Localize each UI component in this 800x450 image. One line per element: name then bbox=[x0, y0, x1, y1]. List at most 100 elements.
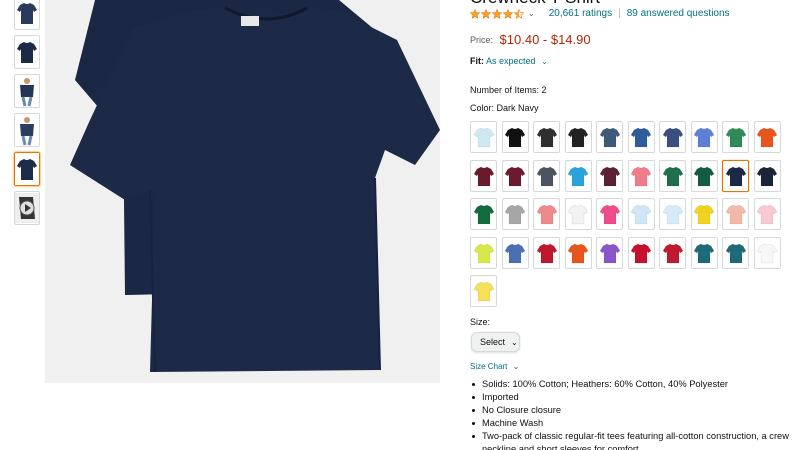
color-swatch[interactable] bbox=[564, 159, 592, 192]
size-select-value: Select bbox=[480, 337, 506, 347]
thumbnail-model-full-thumb[interactable] bbox=[14, 113, 40, 147]
color-swatch[interactable] bbox=[533, 159, 560, 192]
tshirt-icon bbox=[473, 243, 494, 263]
color-swatch[interactable] bbox=[690, 121, 718, 153]
tshirt-icon bbox=[536, 166, 557, 186]
tshirt-icon bbox=[725, 127, 746, 148]
color-swatch[interactable] bbox=[627, 121, 655, 153]
color-swatch[interactable] bbox=[722, 236, 749, 269]
tshirt-icon bbox=[756, 166, 778, 186]
tshirt-icon bbox=[567, 166, 589, 186]
star-rating[interactable] bbox=[470, 8, 524, 19]
feature-bullet: No Closure closure bbox=[470, 404, 790, 417]
separator: | bbox=[618, 8, 621, 19]
tshirt-icon bbox=[630, 127, 652, 148]
color-swatch[interactable] bbox=[596, 236, 623, 269]
color-swatch[interactable] bbox=[533, 236, 560, 269]
size-chart-label: Size Chart bbox=[470, 362, 508, 371]
color-swatch[interactable] bbox=[690, 236, 718, 269]
feature-bullets: Solids: 100% Cotton; Heathers: 60% Cotto… bbox=[470, 378, 790, 450]
tshirt-icon bbox=[599, 127, 620, 148]
color-swatch[interactable] bbox=[470, 275, 497, 307]
color-swatch[interactable] bbox=[659, 198, 686, 230]
color-swatch[interactable] bbox=[533, 198, 560, 230]
ratings-count-link[interactable]: 20,661 ratings bbox=[549, 8, 612, 19]
color-swatch[interactable] bbox=[596, 121, 623, 153]
tshirt-icon bbox=[662, 204, 683, 225]
color-swatch[interactable] bbox=[470, 236, 497, 269]
thumbnail-video-thumb[interactable] bbox=[14, 191, 40, 225]
main-product-image[interactable] bbox=[45, 0, 440, 383]
thumbnail-list bbox=[14, 0, 42, 230]
size-select[interactable]: Select ⌄ bbox=[471, 332, 520, 352]
color-swatch[interactable] bbox=[659, 121, 686, 153]
chevron-down-icon: ⌄ bbox=[511, 337, 518, 347]
tshirt-icon bbox=[756, 127, 778, 148]
color-row: Color: Dark Navy bbox=[470, 103, 539, 113]
color-swatch[interactable] bbox=[501, 198, 529, 230]
color-swatch[interactable] bbox=[659, 236, 686, 269]
color-swatch[interactable] bbox=[722, 121, 749, 153]
color-swatch[interactable] bbox=[753, 159, 781, 192]
color-swatch[interactable] bbox=[470, 159, 497, 192]
color-swatch[interactable] bbox=[564, 121, 592, 153]
color-swatch[interactable] bbox=[501, 121, 529, 153]
color-swatch[interactable] bbox=[753, 236, 781, 269]
star-filled-icon bbox=[492, 8, 502, 19]
tshirt-icon bbox=[536, 204, 557, 225]
tshirt-icon bbox=[473, 204, 494, 225]
tshirt-icon bbox=[630, 166, 652, 186]
tshirt-icon bbox=[725, 204, 746, 225]
color-swatch[interactable] bbox=[627, 159, 655, 192]
star-filled-icon bbox=[503, 8, 513, 19]
fit-value-link[interactable]: As expected bbox=[486, 56, 536, 66]
color-swatch[interactable] bbox=[533, 121, 560, 153]
tshirt-icon bbox=[693, 127, 715, 148]
color-swatch[interactable] bbox=[753, 121, 781, 153]
color-swatch[interactable] bbox=[722, 159, 749, 192]
tshirt-icon bbox=[599, 243, 620, 263]
color-swatch[interactable] bbox=[501, 236, 529, 269]
thumbnail-navy-shirt-thumb[interactable] bbox=[14, 35, 40, 69]
size-chart-link[interactable]: Size Chart ⌄ bbox=[470, 362, 519, 371]
tshirt-icon bbox=[693, 204, 715, 225]
tshirt-icon bbox=[599, 204, 620, 225]
color-swatch[interactable] bbox=[564, 198, 592, 230]
color-swatch[interactable] bbox=[501, 159, 529, 192]
feature-bullet: Two-pack of classic regular-fit tees fea… bbox=[470, 430, 790, 450]
color-swatch[interactable] bbox=[596, 159, 623, 192]
navy-tshirt-image bbox=[70, 0, 440, 373]
color-swatch[interactable] bbox=[627, 198, 655, 230]
color-swatch[interactable] bbox=[659, 159, 686, 192]
color-swatch[interactable] bbox=[470, 121, 497, 153]
thumbnail-folded-shirt-thumb[interactable] bbox=[14, 152, 40, 186]
tshirt-icon bbox=[15, 36, 39, 68]
price-label: Price: bbox=[470, 35, 494, 45]
tshirt-icon bbox=[756, 243, 778, 263]
tshirt-icon bbox=[504, 204, 526, 225]
color-swatch[interactable] bbox=[564, 236, 592, 269]
chevron-down-icon: ⌄ bbox=[512, 362, 520, 371]
tshirt-icon bbox=[662, 166, 683, 186]
color-swatch[interactable] bbox=[753, 198, 781, 230]
product-title: Crewneck T-Shirt bbox=[470, 0, 600, 8]
chevron-down-icon[interactable]: ⌄ bbox=[541, 57, 548, 66]
color-swatch[interactable] bbox=[690, 198, 718, 230]
color-swatch[interactable] bbox=[627, 236, 655, 269]
tshirt-icon bbox=[504, 243, 526, 263]
tshirt-icon bbox=[536, 243, 557, 263]
color-swatch[interactable] bbox=[690, 159, 718, 192]
color-swatch[interactable] bbox=[722, 198, 749, 230]
chevron-down-icon[interactable]: ⌄ bbox=[528, 9, 535, 18]
price-value: $10.40 - $14.90 bbox=[499, 32, 591, 47]
fit-row: Fit: As expected ⌄ bbox=[470, 56, 548, 66]
color-swatch[interactable] bbox=[470, 198, 497, 230]
thumbnail-navy-shirt-thumb[interactable] bbox=[14, 0, 40, 30]
model-icon bbox=[15, 114, 39, 146]
play-icon bbox=[15, 193, 39, 223]
color-swatch[interactable] bbox=[596, 198, 623, 230]
tshirt-icon bbox=[504, 127, 526, 148]
thumbnail-model-thumb[interactable] bbox=[14, 74, 40, 108]
answered-questions-link[interactable]: 89 answered questions bbox=[627, 8, 730, 19]
tshirt-icon bbox=[15, 0, 39, 29]
